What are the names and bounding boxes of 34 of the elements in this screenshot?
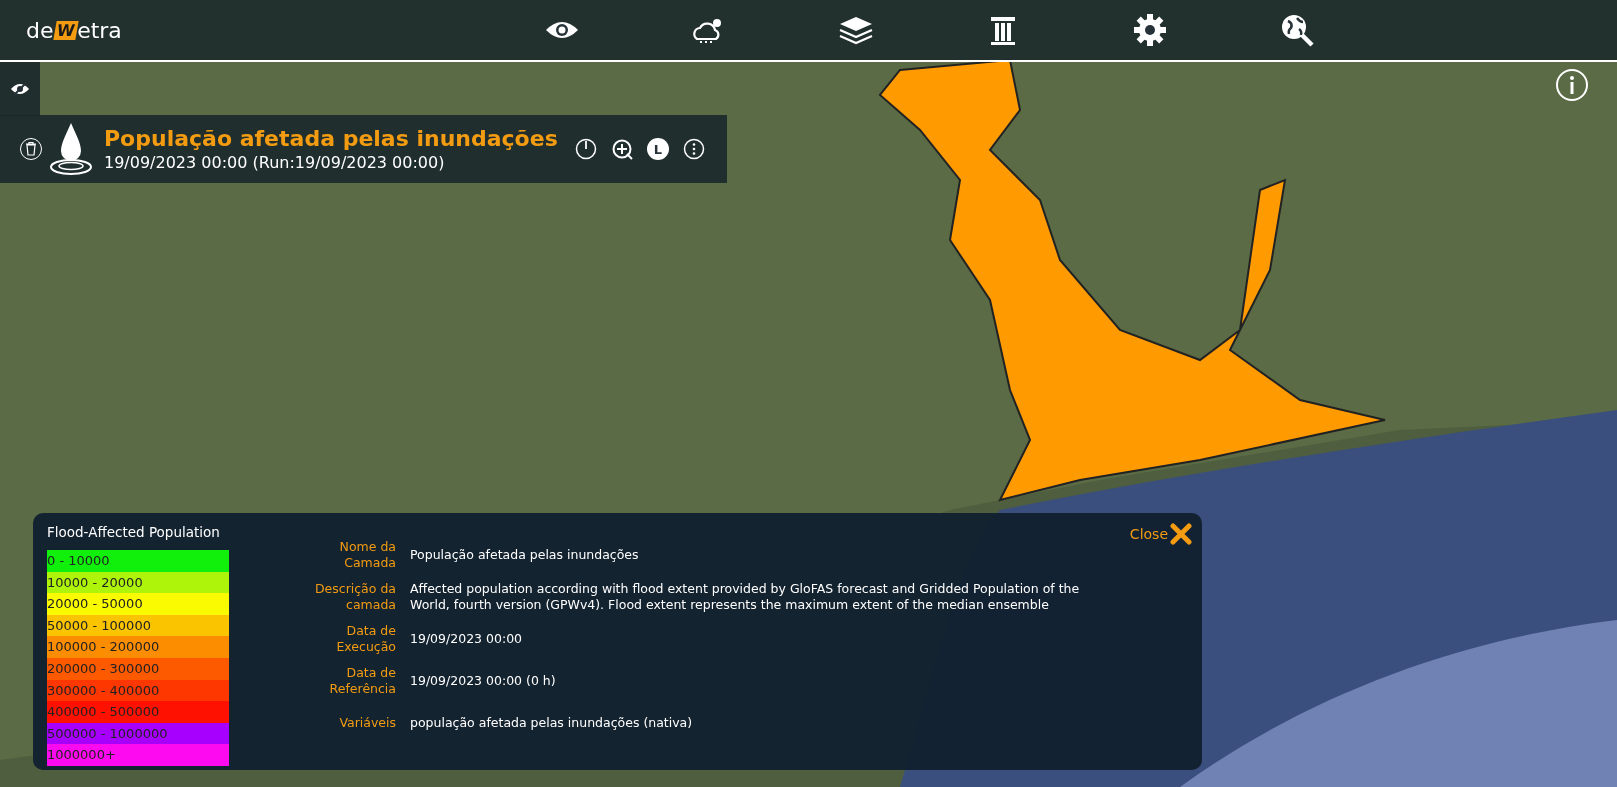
field-label: Variáveis xyxy=(338,715,396,731)
visibility-toggle-button[interactable] xyxy=(0,62,40,116)
legend-entry: 0 - 10000 xyxy=(47,550,229,572)
legend-entry: 200000 - 300000 xyxy=(47,657,229,680)
field-label: Nome da Camada xyxy=(338,539,396,571)
layer-title: População afetada pelas inundações xyxy=(104,125,559,153)
info-icon[interactable] xyxy=(1555,68,1589,102)
legend-entry: 50000 - 100000 xyxy=(47,614,229,637)
close-button[interactable]: Close xyxy=(1129,523,1192,545)
field-value: População afetada pelas inundações xyxy=(410,547,639,563)
water-drop-icon xyxy=(48,121,94,177)
label-toggle-button[interactable]: L xyxy=(647,138,669,160)
eye-slash-icon xyxy=(10,82,30,96)
field-value: 19/09/2023 00:00 (0 h) xyxy=(410,673,556,689)
legend-entry: 400000 - 500000 xyxy=(47,701,229,723)
field-label: Data de Execução xyxy=(335,623,396,655)
legend-entry: 10000 - 20000 xyxy=(47,571,229,594)
field-value: 19/09/2023 00:00 xyxy=(410,631,523,647)
legend-entry: 500000 - 1000000 xyxy=(47,722,229,745)
app-logo[interactable]: de Wetra xyxy=(26,17,426,43)
field-label: Data de Referência xyxy=(328,665,396,697)
layer-run-date: 19/09/2023 00:00 (Run:19/09/2023 00:00) xyxy=(104,153,446,173)
legend-entry: 100000 - 200000 xyxy=(47,636,229,658)
legend-entry: 20000 - 50000 xyxy=(47,593,229,615)
field-value: Affected population according with flood extent provided by GloFAS forecast and Gridded Population of the World, fourth version (GPWv4). Flood extent represents the maximum extent of the median ensemble xyxy=(410,581,1081,613)
zoom-in-icon[interactable] xyxy=(611,138,633,160)
close-icon xyxy=(1170,523,1192,545)
field-value: população afetada pelas inundações (nativa) xyxy=(410,715,693,731)
legend-entry: 300000 - 400000 xyxy=(47,679,229,702)
field-label: Descrição da camada xyxy=(313,581,396,613)
legend-title: Flood-Affected Population xyxy=(47,524,221,540)
power-icon[interactable] xyxy=(575,138,597,160)
legend-entry: 1000000+ xyxy=(47,744,229,766)
more-options-icon[interactable] xyxy=(683,138,705,160)
